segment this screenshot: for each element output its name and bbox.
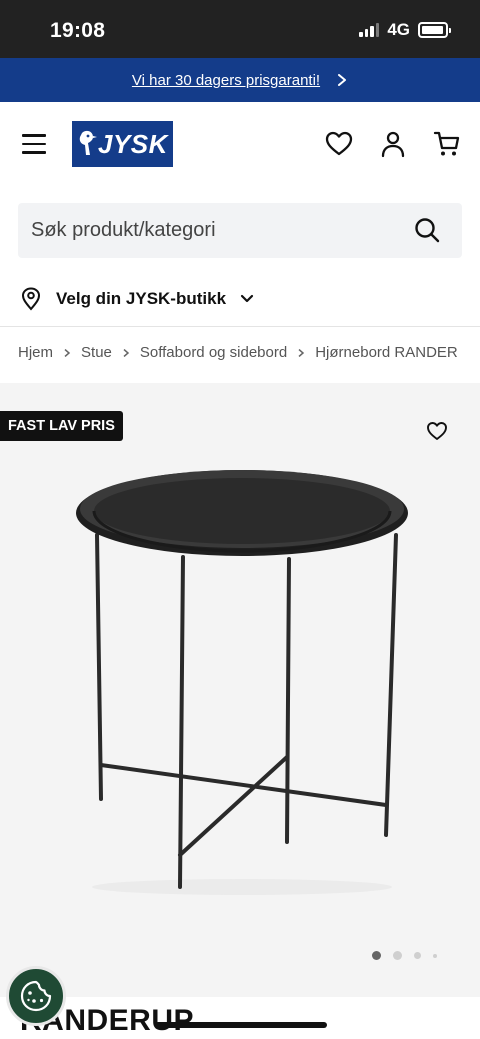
carousel-dots[interactable] — [372, 951, 437, 960]
store-selector-label: Velg din JYSK-butikk — [56, 289, 227, 308]
heart-icon[interactable] — [325, 130, 353, 158]
battery-icon — [418, 22, 451, 38]
status-bar: 19:08 4G — [0, 0, 480, 58]
chevron-right-icon — [298, 348, 305, 357]
heart-icon[interactable] — [426, 420, 448, 442]
product-gallery[interactable]: FAST LAV PRIS — [0, 383, 480, 997]
carousel-dot[interactable] — [433, 953, 437, 958]
side-table-image — [76, 470, 408, 895]
search-bar — [18, 203, 462, 258]
network-type: 4G — [387, 20, 410, 39]
store-selector[interactable]: Velg din JYSK-butikk — [20, 287, 254, 311]
breadcrumb-item-home[interactable]: Hjem — [18, 344, 53, 361]
location-pin-icon — [21, 287, 41, 311]
carousel-dot[interactable] — [414, 952, 421, 959]
cookie-icon — [20, 980, 52, 1012]
status-indicators: 4G — [359, 20, 451, 40]
breadcrumb: Hjem Stue Soffabord og sidebord Hjørnebo… — [18, 344, 458, 361]
signal-icon — [359, 23, 380, 37]
chevron-down-icon — [240, 294, 254, 303]
chevron-right-icon — [338, 74, 347, 86]
search-input[interactable] — [31, 219, 391, 242]
cart-icon[interactable] — [433, 130, 461, 158]
home-indicator[interactable] — [155, 1022, 327, 1028]
carousel-dot[interactable] — [393, 951, 402, 960]
divider — [0, 326, 480, 327]
user-icon[interactable] — [379, 130, 407, 158]
status-time: 19:08 — [50, 19, 106, 42]
carousel-dot[interactable] — [372, 951, 381, 960]
cookie-settings-button[interactable] — [6, 966, 66, 1026]
bird-logo-icon — [79, 130, 97, 155]
logo-text: JYSK — [98, 128, 168, 159]
breadcrumb-item-sofabord[interactable]: Soffabord og sidebord — [140, 344, 287, 361]
jysk-logo[interactable]: JYSK — [72, 121, 173, 167]
breadcrumb-item-stue[interactable]: Stue — [81, 344, 112, 361]
search-icon[interactable] — [414, 217, 440, 243]
promo-banner[interactable]: Vi har 30 dagers prisgaranti! — [0, 58, 480, 102]
chevron-right-icon — [64, 348, 71, 357]
price-badge: FAST LAV PRIS — [0, 411, 123, 441]
chevron-right-icon — [123, 348, 130, 357]
site-header: JYSK — [0, 102, 480, 190]
menu-icon[interactable] — [22, 134, 46, 154]
promo-link[interactable]: Vi har 30 dagers prisgaranti! — [132, 72, 320, 89]
breadcrumb-item-current: Hjørnebord RANDER — [315, 344, 458, 361]
